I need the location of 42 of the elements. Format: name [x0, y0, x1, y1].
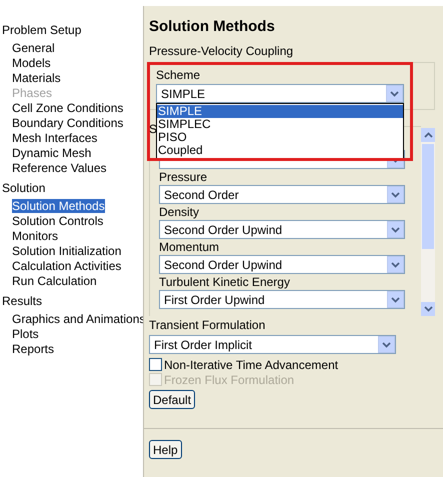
dropdown-option[interactable]: SIMPLEC: [157, 118, 403, 131]
field-label: Scheme: [156, 68, 202, 82]
field-label: Momentum: [159, 240, 220, 255]
tree-item[interactable]: Dynamic Mesh: [12, 146, 92, 160]
scheme-dropdown[interactable]: SIMPLE: [156, 84, 404, 103]
tree-section-label[interactable]: Problem Setup: [2, 23, 143, 38]
tree-item[interactable]: General: [12, 41, 55, 55]
tree-item[interactable]: Solution Initialization: [12, 244, 122, 258]
tree-item[interactable]: Materials: [12, 71, 61, 85]
dropdown-option[interactable]: Coupled: [157, 144, 403, 157]
scheme-dropdown[interactable]: Second Order Upwind: [159, 220, 405, 239]
tree-item[interactable]: Graphics and Animations: [12, 312, 146, 326]
tree-section-label[interactable]: Solution: [2, 181, 143, 196]
tree-item[interactable]: Solution Controls: [12, 214, 104, 228]
checkbox-label: Non-Iterative Time Advancement: [164, 356, 338, 374]
dropdown-option[interactable]: PISO: [157, 131, 403, 144]
default-button[interactable]: Default: [149, 390, 196, 409]
tree-item[interactable]: Boundary Conditions: [12, 116, 124, 130]
field-label: Turbulent Kinetic Energy: [159, 275, 291, 290]
tree-section-label[interactable]: Results: [2, 294, 143, 309]
tree-item[interactable]: Models: [12, 56, 51, 70]
tree-item[interactable]: Reports: [12, 342, 54, 356]
scheme-dropdown[interactable]: First Order Upwind: [159, 290, 405, 309]
field-label: Transient Formulation: [149, 318, 266, 332]
transient-dropdown[interactable]: First Order Implicit: [149, 335, 396, 354]
tree-item[interactable]: Run Calculation: [12, 274, 97, 288]
tree-item[interactable]: Solution Methods: [12, 199, 105, 213]
help-button[interactable]: Help: [149, 440, 182, 459]
scheme-dropdown[interactable]: Second Order Upwind: [159, 255, 405, 274]
checkbox-label: Frozen Flux Formulation: [164, 372, 294, 388]
tree-item[interactable]: Cell Zone Conditions: [12, 101, 124, 115]
panel-title: Solution Methods: [149, 18, 276, 37]
scheme-dropdown[interactable]: Second Order: [159, 185, 405, 204]
tree-item[interactable]: Monitors: [12, 229, 58, 243]
field-label: Pressure: [159, 170, 208, 185]
section-label: Pressure-Velocity Coupling: [149, 44, 294, 58]
dropdown-option[interactable]: SIMPLE: [157, 105, 403, 118]
tree-item[interactable]: Calculation Activities: [12, 259, 122, 273]
tree-item[interactable]: Mesh Interfaces: [12, 131, 98, 145]
field-label: Density: [159, 205, 200, 220]
tree-item[interactable]: Plots: [12, 327, 39, 341]
tree-item[interactable]: Reference Values: [12, 161, 106, 175]
